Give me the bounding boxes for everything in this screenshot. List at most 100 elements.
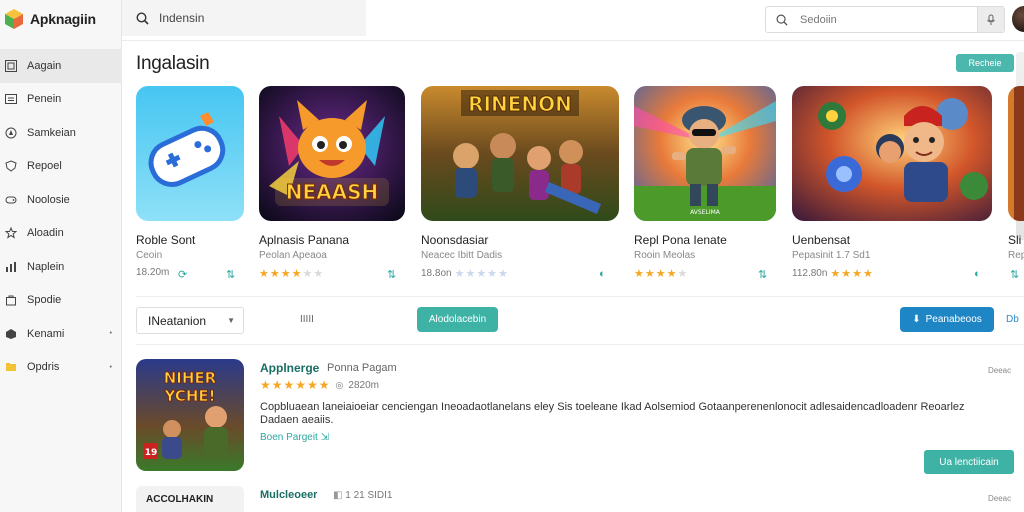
app-developer: Peolan Apeaoa: [259, 250, 327, 261]
secondary-search-input[interactable]: Sedoiin: [765, 6, 1005, 33]
sidebar-item-spodie[interactable]: Spodie: [0, 284, 122, 318]
install-icon[interactable]: ⇅: [758, 268, 767, 281]
app-card[interactable]: Uenbensat Pepasinit 1.7 Sd1 112.80n ★★★★ …: [792, 86, 992, 280]
app-rating: 18.20m: [136, 267, 169, 278]
sidebar-item-naplein[interactable]: Naplein: [0, 250, 122, 284]
sidebar-item-label: Spodie: [27, 294, 62, 307]
star-icon: [4, 227, 17, 240]
app-name: Repl Pona Ienate: [634, 233, 727, 247]
featured-install-button[interactable]: Ua lenctiicain: [924, 450, 1014, 474]
sidebar-item-penein[interactable]: Penein: [0, 83, 122, 117]
svg-text:NEAASH: NEAASH: [286, 180, 379, 204]
voice-search-button[interactable]: [977, 7, 1004, 32]
expand-dot-icon[interactable]: •: [110, 330, 112, 337]
install-icon[interactable]: ⇅: [387, 268, 396, 281]
app-name: Noonsdasiar: [421, 233, 489, 247]
app-rating: ★★★★★★: [259, 267, 324, 280]
svg-text:NIHER: NIHER: [164, 369, 217, 387]
main-search-input[interactable]: Indensin: [122, 0, 366, 36]
svg-text:19: 19: [145, 448, 158, 458]
update-icon[interactable]: ◐: [599, 268, 606, 280]
avatar[interactable]: [1012, 6, 1024, 32]
sidebar-item-label: Aloadin: [27, 227, 64, 240]
sidebar-item-samkeian[interactable]: Samkeian: [0, 116, 122, 150]
app-name: Uenbensat: [792, 233, 851, 247]
sidebar-item-label: Penein: [27, 93, 62, 106]
featured-app-link[interactable]: Boen Pargeit ⇲: [260, 432, 329, 443]
chevron-down-icon: ▼: [227, 316, 235, 325]
install-icon[interactable]: ⇅: [226, 268, 235, 281]
primary-filter-label: Peanabeoos: [925, 314, 982, 325]
app-meta-text: 1 21 SIDI1: [345, 490, 393, 501]
sidebar-item-noolosie[interactable]: Noolosie: [0, 183, 122, 217]
gamepad-icon: [4, 193, 17, 206]
sidebar-item-label: Aagain: [27, 59, 62, 72]
featured-app-developer: Ponna Pagam: [327, 362, 397, 374]
sort-dropdown[interactable]: INeatanion ▼: [136, 307, 244, 334]
star-rating: ★★★★: [830, 268, 874, 280]
size-icon: ◧: [333, 490, 343, 501]
app-card[interactable]: Roble Sont Ceoin 18.20m ⟳ ⇅: [136, 86, 244, 281]
sidebar-item-label: Kenami: [27, 327, 65, 340]
bag-icon: [4, 294, 17, 307]
compass-icon: [4, 126, 17, 139]
app-name: Aplnasis Panana: [259, 233, 350, 247]
install-icon[interactable]: ⇅: [1010, 268, 1019, 281]
mic-icon: [987, 14, 995, 25]
app-developer: Neacec Ibitt Dadis: [421, 250, 503, 261]
sidebar-item-opdris[interactable]: Opdris •: [0, 351, 122, 385]
update-icon[interactable]: ◐: [974, 268, 981, 280]
brand-logo[interactable]: Apknagiin: [4, 6, 96, 32]
app-thumbnail: [1008, 86, 1024, 221]
sidebar-item-aagain[interactable]: Aagain: [0, 49, 122, 83]
sidebar-nav: Aagain Penein Samkeian Repoel Noolosie A…: [0, 49, 122, 384]
rating-count: 112.80n: [792, 268, 828, 279]
overflow-label[interactable]: Db: [1006, 314, 1019, 325]
app-card[interactable]: Sli Rep ⇅: [1008, 86, 1024, 281]
sidebar-item-aloadin[interactable]: Aloadin: [0, 217, 122, 251]
sort-selected-value: INeatanion: [148, 313, 207, 328]
app-rating: ★★★★★: [634, 267, 688, 280]
sidebar-item-label: Noolosie: [27, 193, 70, 206]
featured-app-description: Copbluaean laneiaioeiar cenciengan Ineoa…: [260, 401, 965, 426]
app-rating: 18.8on ★★★★★: [421, 267, 509, 280]
sidebar-item-kenami[interactable]: Kenami •: [0, 317, 122, 351]
sidebar-item-label: Opdris: [27, 361, 60, 374]
search-icon: [776, 14, 788, 26]
featured-app-rating: ★★★★★★ ◎ 2820m: [260, 378, 379, 392]
app-window: Apknagiin Aagain Penein Samkeian Repoel …: [0, 0, 1024, 512]
circle-icon: [4, 327, 17, 340]
refresh-icon[interactable]: ⟳: [178, 268, 187, 281]
app-name[interactable]: Mulcleoeer: [260, 489, 317, 501]
sidebar-item-label: Naplein: [27, 260, 65, 273]
expand-dot-icon[interactable]: •: [110, 364, 112, 371]
primary-filter-button[interactable]: ⬇ Peanabeoos: [900, 307, 994, 332]
download-icon: ⬇: [912, 314, 921, 325]
app-card[interactable]: RINENON Noonsdasiar Neacec Ibitt Dadis 1…: [421, 86, 619, 280]
header-divider: [122, 40, 1024, 41]
sidebar: Apknagiin Aagain Penein Samkeian Repoel …: [0, 0, 122, 512]
svg-text:AVSELIMA: AVSELIMA: [690, 209, 721, 216]
app-meta: ◧ 1 21 SIDI1: [333, 490, 393, 501]
search-query-text: Indensin: [159, 11, 205, 25]
filter-label: IIIII: [300, 314, 314, 325]
list-icon: [4, 93, 17, 106]
see-all-button[interactable]: Recheie: [956, 54, 1014, 72]
app-card[interactable]: NEAASH Aplnasis Panana Peolan Apeaoa ★★★…: [259, 86, 405, 281]
app-card[interactable]: AVSELIMA Repl Pona Ienate Rooin Meolas ★…: [634, 86, 776, 281]
app-thumbnail-label[interactable]: ACCOLHAKIN: [136, 486, 244, 512]
app-name: Sli: [1008, 233, 1022, 247]
divider: [136, 344, 1024, 345]
featured-app-thumbnail[interactable]: NIHER YCHE! 19: [136, 359, 244, 471]
sidebar-item-repoel[interactable]: Repoel: [0, 150, 122, 184]
logo-cube-icon: [5, 9, 23, 29]
app-thumbnail: RINENON: [421, 86, 619, 221]
app-rating: 112.80n ★★★★: [792, 267, 874, 280]
app-developer: Pepasinit 1.7 Sd1: [792, 250, 871, 261]
filter-pill-button[interactable]: Alodolacebin: [417, 307, 498, 332]
app-date: Deeac: [988, 494, 1012, 503]
sidebar-item-label: Repoel: [27, 160, 62, 173]
featured-app-name[interactable]: Applnerge: [260, 361, 319, 375]
app-developer: Rep: [1008, 250, 1024, 261]
rating-count: 2820m: [348, 379, 379, 391]
